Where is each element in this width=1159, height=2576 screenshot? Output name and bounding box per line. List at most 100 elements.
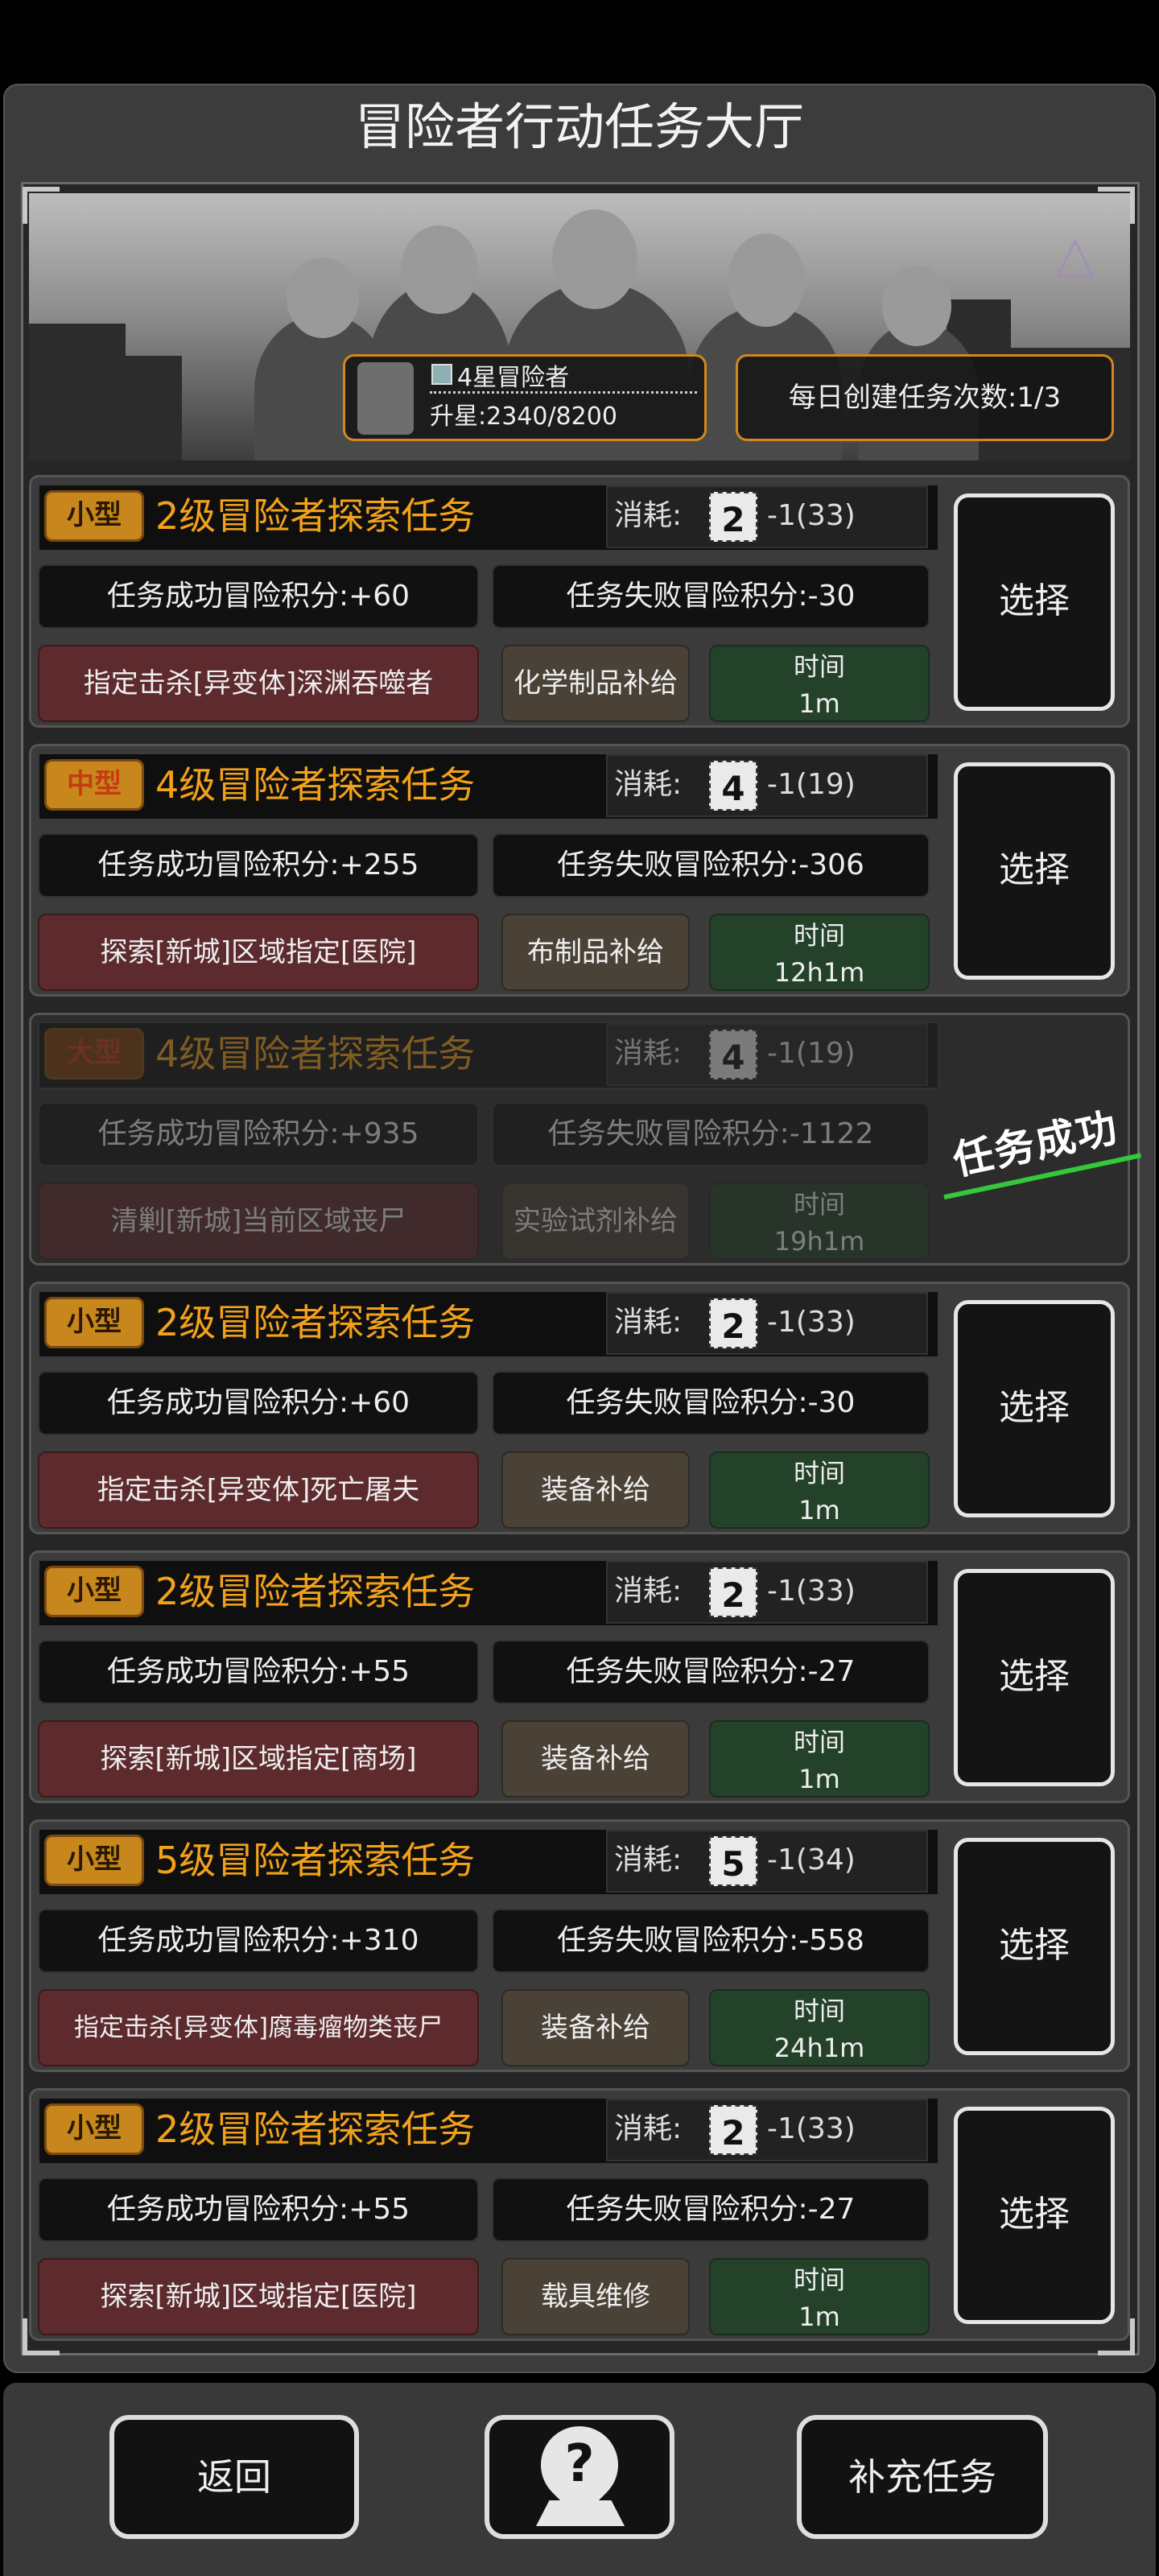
- level-ticket-icon: 2: [709, 492, 757, 542]
- task-duration: 时间 1m: [709, 645, 930, 722]
- back-button[interactable]: 返回: [109, 2415, 359, 2539]
- select-button[interactable]: 选择: [954, 1569, 1115, 1786]
- select-button[interactable]: 选择: [954, 2107, 1115, 2324]
- task-name: 2级冒险者探索任务: [155, 1301, 476, 1344]
- task-reward: 装备补给: [501, 1720, 690, 1798]
- failure-points: 任务失败冒险积分:-30: [492, 1371, 930, 1435]
- time-label: 时间: [793, 651, 845, 682]
- task-target: 指定击杀[异变体]死亡屠夫: [38, 1451, 479, 1529]
- task-name: 4级冒险者探索任务: [155, 763, 476, 807]
- level-ticket-icon: 2: [709, 2105, 757, 2155]
- time-value: 12h1m: [773, 957, 865, 988]
- task-name: 2级冒险者探索任务: [155, 2107, 476, 2151]
- time-label: 时间: [793, 1996, 845, 2026]
- task-card: 小型 2级冒险者探索任务 消耗: 2 -1(33) 任务成功冒险积分:+60 任…: [29, 475, 1130, 728]
- task-size-badge: 大型: [44, 1028, 144, 1080]
- cost-value: -1(33): [767, 499, 856, 532]
- level-ticket-icon: 5: [709, 1836, 757, 1886]
- select-button[interactable]: 选择: [954, 762, 1115, 980]
- refill-tasks-button[interactable]: 补充任务: [797, 2415, 1048, 2539]
- level-ticket-icon: 2: [709, 1298, 757, 1348]
- cost-label: 消耗:: [614, 2112, 683, 2145]
- select-button[interactable]: 选择: [954, 1838, 1115, 2055]
- cost-label: 消耗:: [614, 1575, 683, 1608]
- select-button[interactable]: 选择: [954, 1300, 1115, 1517]
- time-value: 1m: [798, 1495, 840, 1525]
- time-label: 时间: [793, 920, 845, 951]
- failure-points: 任务失败冒险积分:-30: [492, 564, 930, 629]
- task-reward: 布制品补给: [501, 914, 690, 991]
- success-points: 任务成功冒险积分:+255: [38, 833, 479, 898]
- task-target: 指定击杀[异变体]深渊吞噬者: [38, 645, 479, 722]
- success-points: 任务成功冒险积分:+935: [38, 1102, 479, 1166]
- city-building: [126, 356, 182, 460]
- task-duration: 时间 19h1m: [709, 1183, 930, 1260]
- time-value: 19h1m: [773, 1226, 865, 1257]
- task-duration: 时间 1m: [709, 1720, 930, 1798]
- task-target: 清剿[新城]当前区域丧尸: [38, 1183, 479, 1260]
- task-duration: 时间 12h1m: [709, 914, 930, 991]
- cost-label: 消耗:: [614, 1843, 683, 1876]
- adventurer-face: [882, 266, 951, 346]
- task-target: 指定击杀[异变体]腐毒瘤物类丧尸: [38, 1989, 479, 2066]
- task-name: 4级冒险者探索任务: [155, 1032, 476, 1075]
- level-ticket-icon: 4: [709, 1030, 757, 1080]
- failure-points: 任务失败冒险积分:-1122: [492, 1102, 930, 1166]
- question-mark-icon: ?: [564, 2434, 595, 2494]
- rank-name: 4星冒险者: [457, 364, 570, 392]
- map-base-icon: [536, 2500, 625, 2526]
- level-ticket-icon: 4: [709, 761, 757, 811]
- star-gem-icon: [431, 364, 452, 385]
- task-reward: 载具维修: [501, 2258, 690, 2335]
- task-card: 小型 2级冒险者探索任务 消耗: 2 -1(33) 任务成功冒险积分:+55 任…: [29, 1550, 1130, 1803]
- rank-progress: 升星:2340/8200: [430, 402, 617, 431]
- cost-label: 消耗:: [614, 499, 683, 532]
- task-card-completed: 大型 4级冒险者探索任务 消耗: 4 -1(19) 任务成功冒险积分:+935 …: [29, 1013, 1142, 1265]
- task-reward: 实验试剂补给: [501, 1183, 690, 1260]
- adventurer-face: [287, 258, 359, 338]
- cost-label: 消耗:: [614, 768, 683, 801]
- task-name: 2级冒险者探索任务: [155, 1570, 476, 1613]
- failure-points: 任务失败冒险积分:-558: [492, 1909, 930, 1973]
- task-reward: 装备补给: [501, 1451, 690, 1529]
- success-points: 任务成功冒险积分:+60: [38, 564, 479, 629]
- task-name: 2级冒险者探索任务: [155, 494, 476, 538]
- task-card: 小型 5级冒险者探索任务 消耗: 5 -1(34) 任务成功冒险积分:+310 …: [29, 1819, 1130, 2072]
- task-target: 探索[新城]区域指定[医院]: [38, 914, 479, 991]
- success-points: 任务成功冒险积分:+60: [38, 1371, 479, 1435]
- task-card: 中型 4级冒险者探索任务 消耗: 4 -1(19) 任务成功冒险积分:+255 …: [29, 744, 1130, 997]
- time-value: 1m: [798, 2301, 840, 2332]
- daily-create-count: 每日创建任务次数:1/3: [736, 354, 1114, 441]
- cost-value: -1(19): [767, 1037, 856, 1070]
- select-button[interactable]: 选择: [954, 493, 1115, 711]
- time-value: 1m: [798, 688, 840, 719]
- task-duration: 时间 1m: [709, 1451, 930, 1529]
- failure-points: 任务失败冒险积分:-27: [492, 2178, 930, 2242]
- cost-label: 消耗:: [614, 1037, 683, 1070]
- level-ticket-icon: 2: [709, 1567, 757, 1617]
- task-success-stamp: 任务成功: [931, 1097, 1142, 1200]
- task-card: 小型 2级冒险者探索任务 消耗: 2 -1(33) 任务成功冒险积分:+60 任…: [29, 1282, 1130, 1534]
- task-duration: 时间 24h1m: [709, 1989, 930, 2066]
- task-reward: 装备补给: [501, 1989, 690, 2066]
- task-target: 探索[新城]区域指定[商场]: [38, 1720, 479, 1798]
- cost-value: -1(19): [767, 768, 856, 801]
- faction-logo-icon: △: [1055, 225, 1095, 284]
- task-size-badge: 小型: [44, 2103, 144, 2155]
- adventurer-face: [552, 209, 637, 309]
- success-points: 任务成功冒险积分:+55: [38, 1640, 479, 1704]
- time-value: 1m: [798, 1764, 840, 1794]
- divider: [430, 391, 697, 394]
- task-card: 小型 2级冒险者探索任务 消耗: 2 -1(33) 任务成功冒险积分:+55 任…: [29, 2088, 1130, 2341]
- time-label: 时间: [793, 1189, 845, 1220]
- adventurer-face: [728, 233, 805, 327]
- time-label: 时间: [793, 2264, 845, 2295]
- task-size-badge: 小型: [44, 490, 144, 542]
- cost-value: -1(34): [767, 1843, 856, 1876]
- cost-value: -1(33): [767, 1306, 856, 1339]
- failure-points: 任务失败冒险积分:-27: [492, 1640, 930, 1704]
- avatar: [357, 362, 414, 435]
- page-title: 冒险者行动任务大厅: [354, 97, 804, 156]
- adventurer-face: [401, 225, 478, 314]
- success-points: 任务成功冒险积分:+55: [38, 2178, 479, 2242]
